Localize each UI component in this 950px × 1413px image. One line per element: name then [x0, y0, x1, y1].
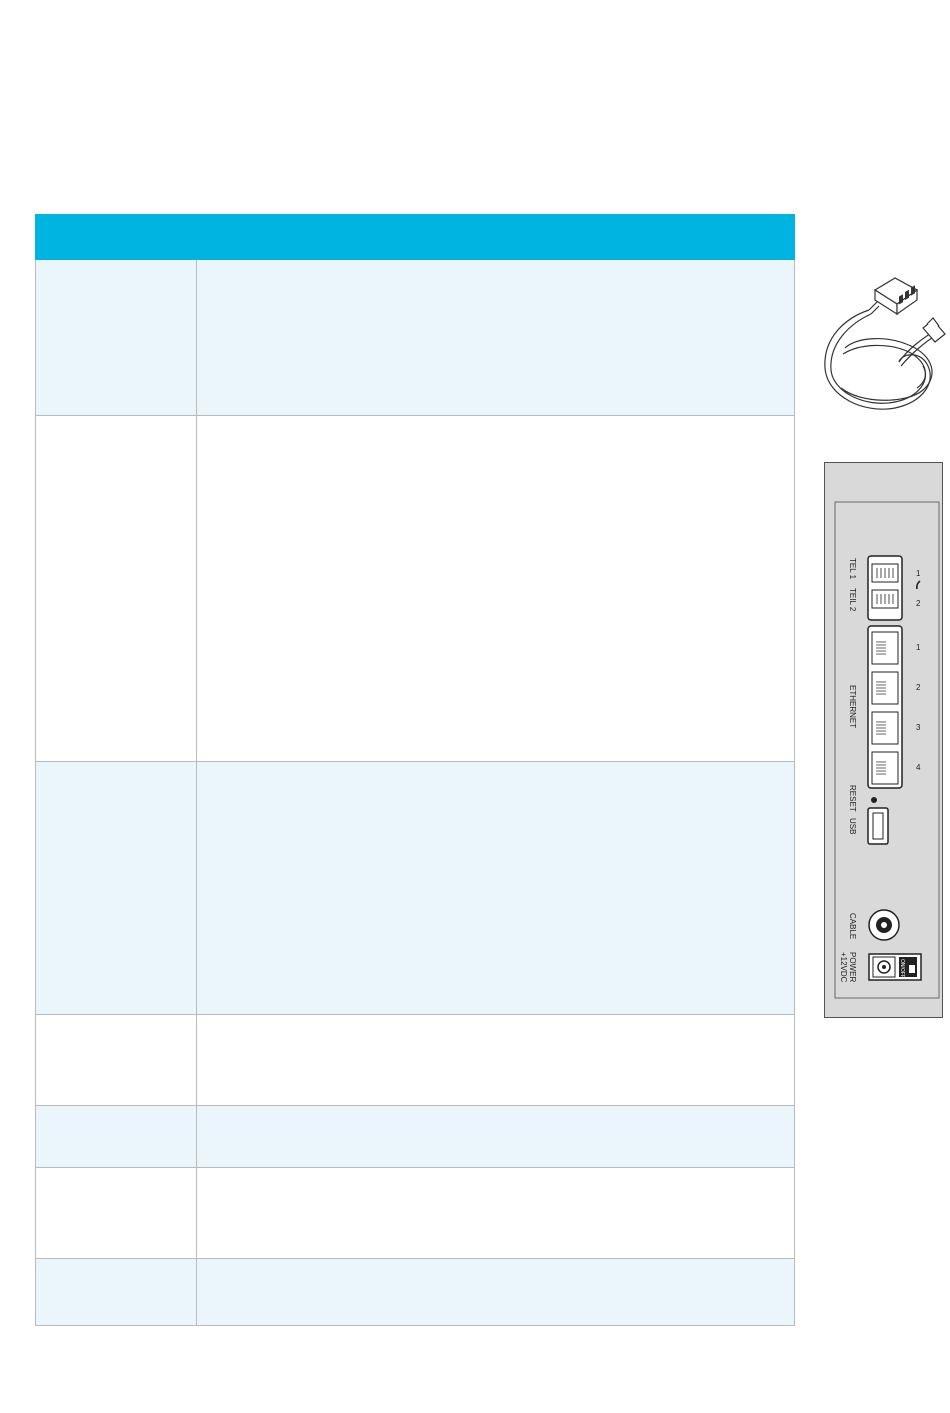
table-cell — [35, 761, 197, 1015]
table-cell — [35, 1105, 197, 1168]
tel-number-2: 2 — [916, 599, 921, 608]
usb-port — [867, 807, 889, 845]
table-cell — [196, 415, 795, 762]
power-switch: ON/OFF — [899, 957, 917, 978]
eth-number-2: 2 — [916, 683, 921, 692]
connector-table — [35, 214, 795, 1326]
tel-number-1: 1 — [916, 569, 921, 578]
power-label: POWER — [848, 952, 857, 982]
table-row — [35, 1258, 795, 1326]
router-back-panel-illustration: 1 2 1 2 3 4 ON/OFF TEL 1 TEIL 2 ETHERNET… — [824, 462, 943, 1018]
ethernet-label: ETHERNET — [848, 685, 857, 728]
table-cell — [196, 1014, 795, 1106]
table-cell — [35, 1014, 197, 1106]
table-cell — [196, 761, 795, 1015]
table-cell — [196, 1105, 795, 1168]
eth-number-4: 4 — [916, 763, 921, 772]
table-row — [35, 259, 795, 416]
table-cell — [196, 1258, 795, 1326]
table-cell — [196, 1167, 795, 1259]
usb-label: USB — [848, 818, 857, 834]
eth-number-3: 3 — [916, 723, 921, 732]
table-cell — [35, 1167, 197, 1259]
cable-label: CABLE — [848, 913, 857, 939]
table-row — [35, 1167, 795, 1259]
power-voltage-label: +12VDC — [839, 952, 848, 983]
ethernet-ports — [867, 625, 903, 789]
table-row — [35, 415, 795, 762]
switch-label: ON/OFF — [899, 959, 905, 978]
table-row — [35, 1014, 795, 1106]
reset-label: RESET — [848, 785, 857, 812]
tel1-label: TEL 1 — [848, 558, 857, 580]
tel-ports — [867, 555, 903, 621]
table-row — [35, 761, 795, 1015]
table-cell — [196, 259, 795, 416]
coax-cable-port — [868, 909, 900, 941]
header-cell-description — [196, 214, 795, 260]
table-header-row — [35, 214, 795, 260]
eth-number-1: 1 — [916, 643, 921, 652]
reset-button — [871, 797, 877, 803]
table-cell — [35, 259, 197, 416]
header-cell-connector — [35, 214, 197, 260]
phone-cable-illustration — [824, 277, 946, 410]
table-cell — [35, 415, 197, 762]
table-cell — [35, 1258, 197, 1326]
tel2-label: TEIL 2 — [848, 588, 857, 612]
table-row — [35, 1105, 795, 1168]
